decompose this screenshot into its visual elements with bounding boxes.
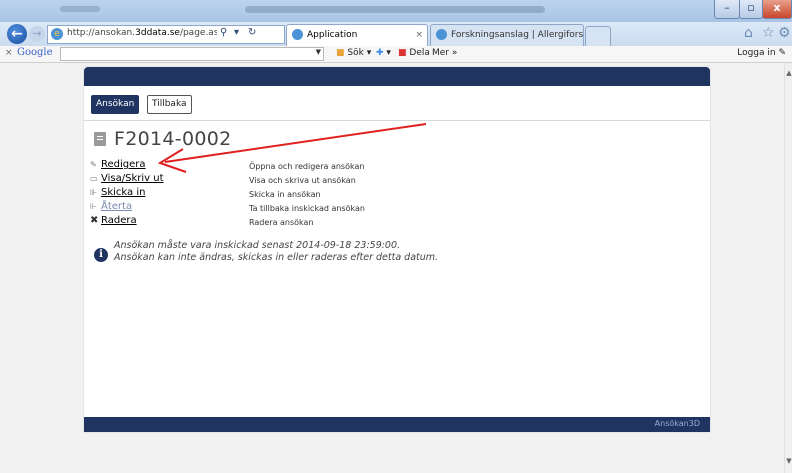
scroll-up-icon[interactable]: ▲ bbox=[785, 69, 792, 77]
action-radera[interactable]: ✖ Radera bbox=[90, 215, 137, 226]
window-title-blurred bbox=[245, 6, 545, 13]
add-button[interactable]: ✚ ▾ bbox=[376, 48, 391, 58]
new-tab-button[interactable] bbox=[585, 26, 611, 46]
tab-forskningsanslag[interactable]: Forskningsanslag | Allergiforsk... bbox=[430, 24, 584, 46]
forward-button[interactable]: → bbox=[29, 26, 45, 42]
refresh-icon[interactable]: ↻ bbox=[248, 27, 256, 38]
tools-gear-icon[interactable]: ⚙ bbox=[778, 25, 791, 41]
application-panel: Ansökan Tillbaka F2014-0002 ✎ Redigera Öp… bbox=[84, 67, 710, 432]
app-toolbar: Ansökan Tillbaka bbox=[84, 86, 710, 121]
google-search-icon: ■ bbox=[336, 48, 345, 58]
home-icon[interactable]: ⌂ bbox=[744, 25, 753, 41]
close-window-button[interactable]: x bbox=[762, 0, 792, 19]
action-skicka-in[interactable]: ⊪ Skicka in bbox=[90, 187, 145, 198]
ansokan-button[interactable]: Ansökan bbox=[91, 95, 140, 114]
vertical-scrollbar[interactable]: ▲ ▼ bbox=[784, 63, 792, 473]
minimize-button[interactable]: – bbox=[714, 0, 740, 19]
action-aterta[interactable]: ⊩ Återta bbox=[90, 201, 132, 212]
ie-page-icon: e bbox=[51, 28, 63, 40]
chevron-down-icon[interactable]: ▼ bbox=[316, 48, 321, 56]
dropdown-icon[interactable]: ▾ bbox=[234, 27, 239, 38]
ie-tab-icon bbox=[292, 29, 303, 40]
send-icon: ⊪ bbox=[90, 188, 97, 197]
address-url[interactable]: http://ansokan.3ddata.se/page.asp?goto=a… bbox=[67, 28, 217, 38]
action-desc-skicka: Skicka in ansökan bbox=[249, 190, 321, 199]
printer-icon: ▭ bbox=[90, 174, 98, 183]
notice-line-2: Ansökan kan inte ändras, skickas in elle… bbox=[114, 252, 439, 263]
window-title-bar: – ▫ x bbox=[0, 0, 792, 22]
maximize-button[interactable]: ▫ bbox=[739, 0, 763, 19]
google-search-button[interactable]: ■ Sök ▾ bbox=[336, 48, 371, 58]
close-toolbar-icon[interactable]: × bbox=[5, 48, 13, 58]
action-desc-radera: Radera ansökan bbox=[249, 218, 314, 227]
scroll-down-icon[interactable]: ▼ bbox=[785, 457, 792, 465]
favorites-star-icon[interactable]: ☆ bbox=[762, 25, 775, 41]
google-search-input[interactable]: ▼ bbox=[60, 47, 324, 61]
add-icon: ✚ bbox=[376, 48, 384, 58]
browser-nav-bar: ← → e http://ansokan.3ddata.se/page.asp?… bbox=[0, 22, 792, 46]
google-logo: Google bbox=[17, 47, 53, 58]
action-desc-redigera: Öppna och redigera ansökan bbox=[249, 162, 365, 171]
share-icon: ■ bbox=[398, 48, 407, 58]
more-button[interactable]: Mer » bbox=[432, 48, 457, 58]
login-button[interactable]: Logga in ✎ bbox=[737, 48, 786, 58]
share-button[interactable]: ■ Dela bbox=[398, 48, 430, 58]
delete-icon: ✖ bbox=[90, 215, 99, 226]
action-visa-skriv-ut[interactable]: ▭ Visa/Skriv ut bbox=[90, 173, 164, 184]
app-header-bar bbox=[84, 67, 710, 86]
action-desc-visa: Visa och skriva ut ansökan bbox=[249, 176, 356, 185]
page-title: F2014-0002 bbox=[94, 128, 232, 150]
back-button[interactable]: ← bbox=[7, 24, 27, 44]
address-bar[interactable]: e http://ansokan.3ddata.se/page.asp?goto… bbox=[47, 25, 285, 44]
footer-brand: Ansökan3D bbox=[654, 419, 700, 428]
action-desc-aterta: Ta tillbaka inskickad ansökan bbox=[249, 204, 365, 213]
app-footer: Ansökan3D bbox=[84, 417, 710, 432]
action-redigera[interactable]: ✎ Redigera bbox=[90, 159, 146, 170]
pencil-icon: ✎ bbox=[90, 160, 97, 169]
ie-tab-icon bbox=[436, 29, 447, 40]
withdraw-icon: ⊩ bbox=[90, 202, 97, 211]
info-icon: i bbox=[94, 248, 108, 262]
search-icon[interactable]: ⚲ bbox=[220, 27, 227, 38]
google-toolbar: × Google ▼ ■ Sök ▾ ✚ ▾ ■ Dela Mer » Logg… bbox=[0, 46, 792, 63]
close-tab-icon[interactable]: × bbox=[415, 25, 423, 45]
notice-line-1: Ansökan måste vara inskickad senast 2014… bbox=[114, 240, 401, 251]
title-blur-left bbox=[60, 6, 100, 12]
tab-application[interactable]: Application × bbox=[286, 24, 428, 46]
tillbaka-button[interactable]: Tillbaka bbox=[147, 95, 192, 114]
document-icon bbox=[94, 132, 106, 146]
